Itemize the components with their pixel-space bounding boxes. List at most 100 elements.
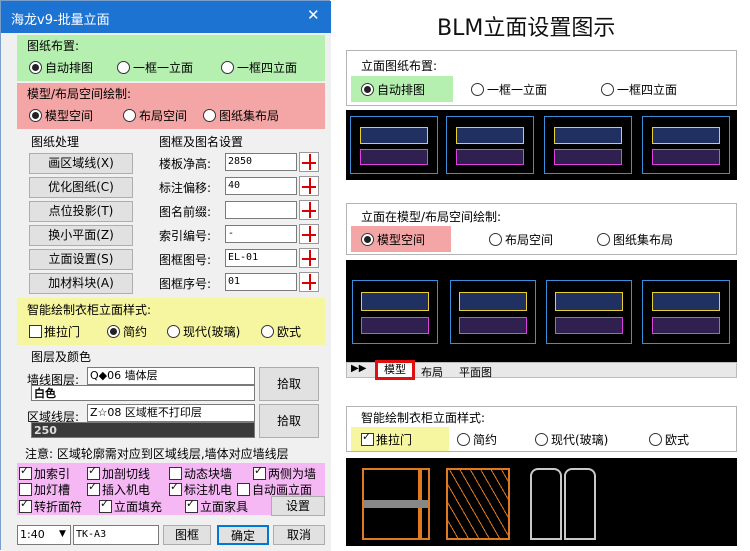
cancel-button[interactable]: 取消 (273, 525, 325, 545)
frame-code-input[interactable]: EL-01 (225, 249, 297, 267)
illustration-wardrobe-title: 智能绘制衣柜立面样式: (361, 411, 486, 425)
pick-floor-height-icon[interactable] (299, 152, 319, 172)
floor-height-input[interactable]: 2850 (225, 153, 297, 171)
cad-model-preview (346, 260, 737, 362)
layers-title: 图层及颜色 (31, 350, 92, 364)
push-door-checkbox[interactable]: 推拉门 (29, 323, 80, 340)
radio-auto-layout[interactable]: 自动排图 (29, 59, 93, 76)
radio-european[interactable]: 欧式 (261, 323, 301, 340)
radio-one-frame-four[interactable]: 一框四立面 (221, 59, 297, 76)
index-number-label: 索引编号: (159, 229, 212, 243)
illustration-layout-title: 立面图纸布置: (361, 59, 438, 73)
pick-frame-serial-icon[interactable] (299, 272, 319, 292)
add-index-checkbox[interactable]: 加索引 (19, 464, 70, 482)
region-layer-select[interactable]: Z☆08 区域框不打印层 (87, 404, 255, 422)
settings-button[interactable]: 设置 (271, 496, 325, 516)
wardrobe-rail (364, 500, 428, 508)
radio-model-space[interactable]: 模型空间 (29, 107, 93, 124)
frame-title: 图框及图名设置 (159, 135, 244, 149)
illustration-radio-simple: 简约 (457, 431, 497, 448)
frame-name-input[interactable]: TK-A3 (73, 525, 159, 545)
cad-tab-bar: ▶▶ 模型 布局 平面图 (346, 360, 737, 380)
space-group: 模型/布局空间绘制: 模型空间 布局空间 图纸集布局 (17, 83, 325, 129)
switch-plan-button[interactable]: 换小平面(Z) (29, 225, 133, 246)
wardrobe-door-euro-right (564, 468, 596, 540)
radio-one-frame-one[interactable]: 一框一立面 (117, 59, 193, 76)
batch-elevation-dialog: 海龙v9-批量立面 ✕ 图纸布置: 自动排图 一框一立面 一框四立面 模型/布局… (0, 0, 331, 551)
frame-code-label: 图框图号: (159, 253, 212, 267)
illustration-space-panel: 立面在模型/布局空间绘制: 模型空间 布局空间 图纸集布局 (346, 203, 737, 255)
dialog-body: 图纸布置: 自动排图 一框一立面 一框四立面 模型/布局空间绘制: 模型空间 布… (1, 33, 331, 551)
turn-symbol-checkbox[interactable]: 转折面符 (19, 497, 82, 515)
cad-model-sheet-1 (352, 280, 438, 344)
illustration-radio-model: 模型空间 (361, 231, 425, 248)
pick-index-number-icon[interactable] (299, 224, 319, 244)
insert-mep-checkbox[interactable]: 插入机电 (87, 480, 150, 498)
cad-model-sheet-4 (642, 280, 730, 344)
dim-offset-input[interactable]: 40 (225, 177, 297, 195)
tab-floor-plan[interactable]: 平面图 (459, 364, 492, 380)
close-icon[interactable]: ✕ (307, 6, 320, 24)
dialog-title: 海龙v9-批量立面 (11, 13, 110, 28)
index-number-input[interactable]: - (225, 225, 297, 243)
space-group-title: 模型/布局空间绘制: (27, 87, 132, 101)
radio-sheet-set[interactable]: 图纸集布局 (203, 107, 279, 124)
mark-mep-checkbox[interactable]: 标注机电 (169, 480, 232, 498)
frame-serial-input[interactable]: 01 (225, 273, 297, 291)
frame-button[interactable]: 图框 (163, 525, 211, 545)
tab-nav-icon[interactable]: ▶▶ (351, 363, 366, 374)
wardrobe-group: 智能绘制衣柜立面样式: 推拉门 简约 现代(玻璃) 欧式 (17, 298, 325, 345)
cad-model-sheet-3 (546, 280, 632, 344)
tab-model[interactable]: 模型 (375, 360, 415, 380)
illustration-title: BLM立面设置图示 (437, 16, 616, 41)
illustration-wardrobe-panel: 智能绘制衣柜立面样式: 推拉门 简约 现代(玻璃) 欧式 (346, 406, 737, 452)
pick-name-prefix-icon[interactable] (299, 200, 319, 220)
wardrobe-door-euro-left (530, 468, 562, 540)
pick-region-layer-button[interactable]: 拾取 (259, 404, 319, 438)
radio-modern-glass[interactable]: 现代(玻璃) (167, 323, 240, 340)
cad-sheet-2 (446, 116, 534, 174)
optimize-drawing-button[interactable]: 优化图纸(C) (29, 177, 133, 198)
ok-button[interactable]: 确定 (217, 525, 269, 545)
tab-layout[interactable]: 布局 (421, 364, 443, 380)
region-color-field[interactable]: 250 (31, 422, 255, 438)
illustration-radio-european: 欧式 (649, 431, 689, 448)
illustration-radio-one-four: 一框四立面 (601, 81, 677, 98)
title-bar: 海龙v9-批量立面 ✕ (1, 1, 331, 33)
elevation-fill-checkbox[interactable]: 立面填充 (99, 497, 162, 515)
point-projection-button[interactable]: 点位投影(T) (29, 201, 133, 222)
both-walls-checkbox[interactable]: 两侧为墙 (253, 464, 316, 482)
chevron-down-icon: ▼ (59, 529, 66, 539)
floor-height-label: 楼板净高: (159, 157, 212, 171)
radio-simple[interactable]: 简约 (107, 323, 147, 340)
frame-serial-label: 图框序号: (159, 277, 212, 291)
wall-color-field[interactable]: 白色 (31, 385, 255, 401)
layout-group: 图纸布置: 自动排图 一框一立面 一框四立面 (17, 35, 325, 81)
note-text: 注意: 区域轮廓需对应到区域线层,墙体对应墙线层 (25, 447, 289, 461)
cad-sheet-1 (350, 116, 438, 174)
name-prefix-input[interactable] (225, 201, 297, 219)
illustration-space-title: 立面在模型/布局空间绘制: (361, 210, 502, 224)
add-light-trough-checkbox[interactable]: 加灯槽 (19, 481, 70, 498)
wall-layer-select[interactable]: Q◆06 墙体层 (87, 367, 255, 385)
cad-sheet-3 (544, 116, 632, 174)
elevation-settings-button[interactable]: 立面设置(S) (29, 249, 133, 270)
dim-offset-label: 标注偏移: (159, 181, 212, 195)
processing-title: 图纸处理 (31, 135, 80, 149)
wardrobe-group-title: 智能绘制衣柜立面样式: (27, 303, 152, 317)
pick-dim-offset-icon[interactable] (299, 176, 319, 196)
illustration-radio-sheetset: 图纸集布局 (597, 231, 673, 248)
illustration-radio-layout: 布局空间 (489, 231, 553, 248)
illustration-radio-auto: 自动排图 (361, 81, 425, 98)
name-prefix-label: 图名前缀: (159, 205, 212, 219)
illustration-layout-panel: 立面图纸布置: 自动排图 一框一立面 一框四立面 (346, 50, 737, 106)
draw-region-button[interactable]: 画区域线(X) (29, 153, 133, 174)
wardrobe-door-glass (446, 468, 510, 540)
elevation-furniture-checkbox[interactable]: 立面家具 (185, 497, 248, 515)
radio-layout-space[interactable]: 布局空间 (123, 107, 187, 124)
wardrobe-preview (346, 458, 737, 546)
pick-frame-code-icon[interactable] (299, 248, 319, 268)
pick-wall-layer-button[interactable]: 拾取 (259, 367, 319, 401)
cad-sheet-4 (642, 116, 730, 174)
add-material-button[interactable]: 加材料块(A) (29, 273, 133, 294)
